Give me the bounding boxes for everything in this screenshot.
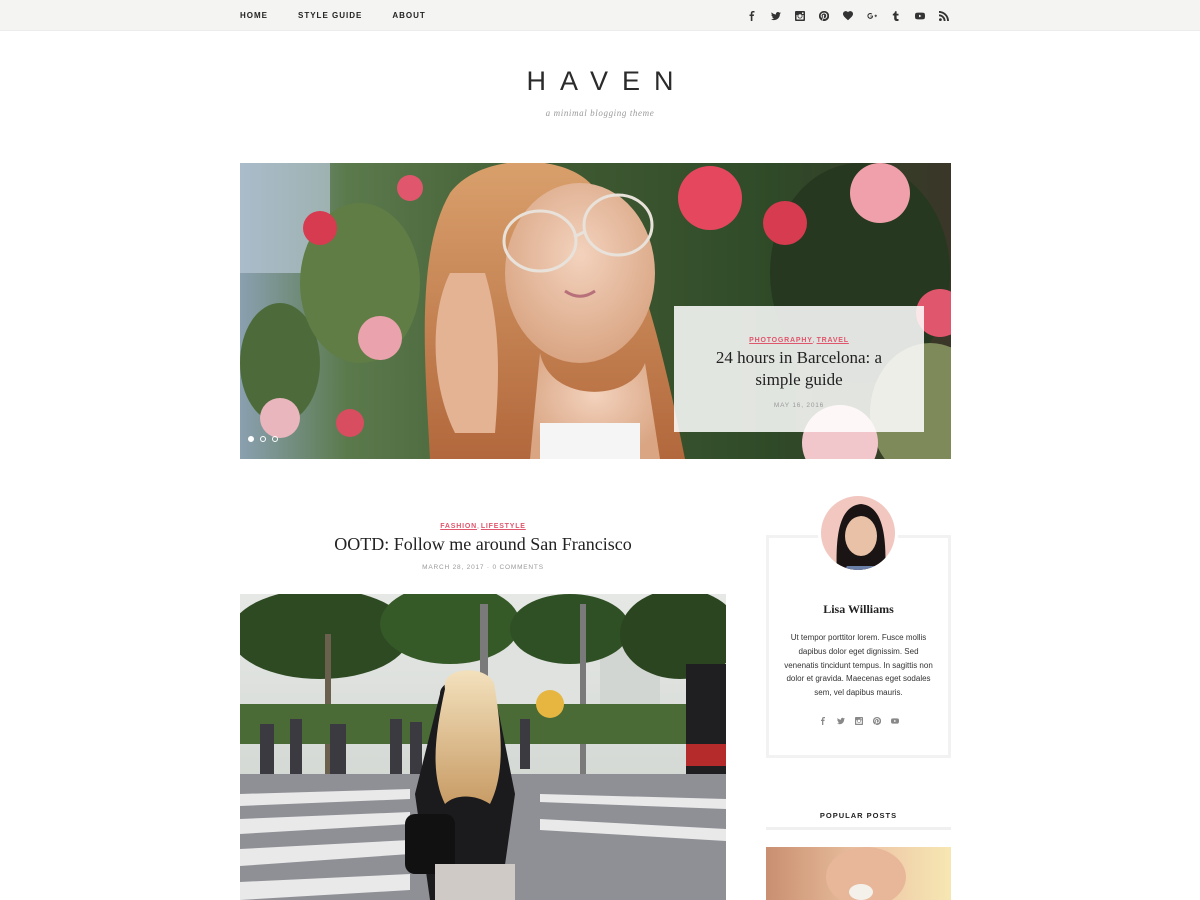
nav-item-home[interactable]: HOME	[240, 11, 268, 20]
post-meta: MARCH 28, 2017 · 0 COMMENTS	[422, 564, 544, 571]
pinterest-icon[interactable]	[817, 9, 831, 23]
twitter-icon[interactable]	[835, 715, 847, 727]
nav-item-about[interactable]: ABOUT	[392, 11, 425, 20]
author-bio: Ut tempor porttitor lorem. Fusce mollis …	[784, 633, 933, 698]
slider-dot-2[interactable]	[260, 436, 266, 442]
rss-icon[interactable]	[937, 9, 951, 23]
facebook-icon[interactable]	[817, 715, 829, 727]
instagram-icon[interactable]	[793, 9, 807, 23]
slider-dot-3[interactable]	[272, 436, 278, 442]
featured-slider[interactable]: PHOTOGRAPHY, TRAVEL 24 hours in Barcelon…	[240, 163, 951, 459]
category-link[interactable]: FASHION	[440, 523, 477, 530]
slide-date: MAY 16, 2016	[773, 402, 825, 409]
site-logo[interactable]: HAVEN	[0, 66, 1200, 97]
instagram-icon[interactable]	[853, 715, 865, 727]
header-social-links	[735, 0, 951, 31]
post-photo[interactable]	[240, 594, 726, 900]
post-categories: FASHION, LIFESTYLE	[440, 523, 526, 530]
popular-posts-title: POPULAR POSTS	[819, 811, 898, 820]
slider-dots	[248, 436, 284, 442]
author-name: Lisa Williams	[823, 602, 894, 616]
author-avatar	[818, 493, 898, 573]
slide-title[interactable]: 24 hours in Barcelona: a simple guide	[694, 347, 904, 391]
top-bar: HOME STYLE GUIDE ABOUT	[0, 0, 1200, 31]
heart-icon[interactable]	[841, 9, 855, 23]
author-social-links	[766, 715, 951, 727]
slider-dot-1[interactable]	[248, 436, 254, 442]
category-link[interactable]: PHOTOGRAPHY	[749, 337, 813, 344]
main-nav: HOME STYLE GUIDE ABOUT	[240, 0, 456, 31]
google-plus-icon[interactable]	[865, 9, 879, 23]
nav-item-style-guide[interactable]: STYLE GUIDE	[298, 11, 362, 20]
tumblr-icon[interactable]	[889, 9, 903, 23]
category-link[interactable]: LIFESTYLE	[481, 523, 526, 530]
post-title[interactable]: OOTD: Follow me around San Francisco	[240, 534, 726, 555]
site-tagline: a minimal blogging theme	[545, 108, 655, 118]
pinterest-icon[interactable]	[871, 715, 883, 727]
slide-categories: PHOTOGRAPHY, TRAVEL	[749, 337, 849, 344]
youtube-icon[interactable]	[889, 715, 901, 727]
twitter-icon[interactable]	[769, 9, 783, 23]
youtube-icon[interactable]	[913, 9, 927, 23]
category-link[interactable]: TRAVEL	[817, 337, 849, 344]
facebook-icon[interactable]	[745, 9, 759, 23]
slide-card[interactable]: PHOTOGRAPHY, TRAVEL 24 hours in Barcelon…	[674, 306, 924, 432]
popular-post-thumbnail[interactable]	[766, 847, 951, 900]
popular-posts-divider	[766, 827, 951, 830]
